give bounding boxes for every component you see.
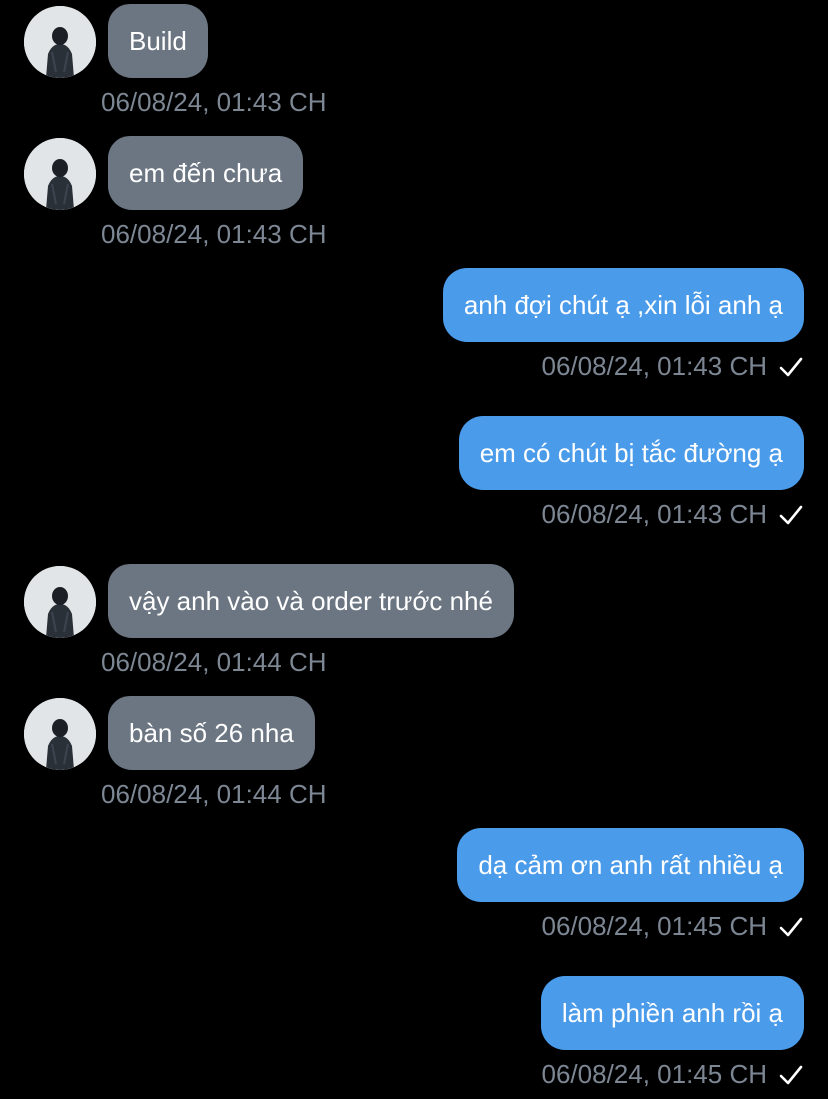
message-timestamp: 06/08/24, 01:45 CH: [541, 1059, 768, 1089]
message-bubble[interactable]: Build: [108, 4, 208, 78]
avatar[interactable]: [24, 6, 96, 78]
message-bubble[interactable]: bàn số 26 nha: [108, 696, 315, 770]
message-bubble[interactable]: em có chút bị tắc đường ạ: [458, 416, 804, 490]
person-avatar-icon: [24, 566, 96, 638]
message-timestamp: 06/08/24, 01:43 CH: [101, 219, 327, 249]
message-bubble[interactable]: dạ cảm ơn anh rất nhiều ạ: [457, 828, 804, 902]
message-timestamp: 06/08/24, 01:43 CH: [541, 351, 768, 381]
message-bubble[interactable]: vậy anh vào và order trước nhé: [108, 564, 514, 638]
checkmark-icon: [778, 352, 804, 382]
message-bubble[interactable]: anh đợi chút ạ ,xin lỗi anh ạ: [442, 268, 804, 342]
checkmark-icon: [778, 912, 804, 942]
message-timestamp: 06/08/24, 01:44 CH: [101, 647, 327, 677]
message-timestamp: 06/08/24, 01:44 CH: [101, 779, 327, 809]
person-avatar-icon: [24, 138, 96, 210]
message-bubble[interactable]: em đến chưa: [108, 136, 304, 210]
person-avatar-icon: [24, 698, 96, 770]
message-timestamp: 06/08/24, 01:43 CH: [541, 499, 768, 529]
checkmark-icon: [778, 1060, 804, 1090]
message-timestamp: 06/08/24, 01:45 CH: [541, 911, 768, 941]
avatar[interactable]: [24, 698, 96, 770]
avatar[interactable]: [24, 566, 96, 638]
message-bubble[interactable]: làm phiền anh rồi ạ: [540, 976, 804, 1050]
message-timestamp: 06/08/24, 01:43 CH: [101, 87, 327, 117]
avatar[interactable]: [24, 138, 96, 210]
person-avatar-icon: [24, 6, 96, 78]
checkmark-icon: [778, 500, 804, 530]
